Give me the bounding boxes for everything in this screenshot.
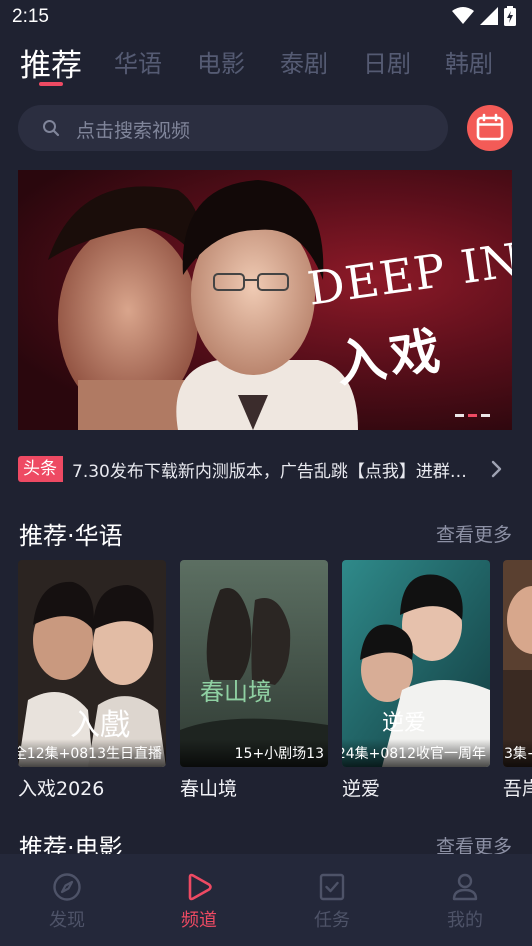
episode-caption: 24集+0812收官一周年 [342, 746, 486, 762]
nav-channel[interactable]: 频道 [164, 872, 234, 932]
svg-text:春山境: 春山境 [200, 678, 272, 706]
poster-artwork: 逆爱 [342, 560, 490, 767]
status-time: 2:15 [12, 6, 49, 27]
nav-channel-label: 频道 [181, 910, 217, 931]
headline-text: 7.30发布下载新内测版本，广告乱跳【点我】进群… [72, 462, 467, 482]
chevron-right-icon [491, 460, 502, 478]
poster-artwork: 入戲 [18, 560, 166, 767]
play-icon [188, 873, 212, 901]
headline-notice[interactable]: 头条 7.30发布下载新内测版本，广告乱跳【点我】进群… [18, 452, 514, 486]
status-icons [452, 6, 516, 26]
drama-title: 吾岸 [503, 778, 532, 800]
section-title-chinese: 推荐·华语 [19, 522, 123, 550]
task-icon [319, 873, 345, 901]
pagination-dot[interactable] [455, 414, 464, 417]
top-tabs: 推荐 华语 电影 泰剧 日剧 韩剧 [0, 40, 532, 90]
drama-poster: 3集+0 [503, 560, 532, 767]
nav-tasks[interactable]: 任务 [297, 872, 367, 932]
drama-card[interactable]: 逆爱 24集+0812收官一周年 逆爱 [342, 560, 490, 801]
search-icon [43, 120, 60, 137]
nav-profile[interactable]: 我的 [430, 872, 500, 932]
pagination-dot-active[interactable] [468, 414, 477, 417]
nav-discover-label: 发现 [49, 910, 85, 931]
battery-icon [504, 6, 516, 26]
svg-text:逆爱: 逆爱 [382, 711, 426, 736]
compass-icon [53, 873, 81, 901]
calendar-icon [476, 113, 504, 141]
episode-caption: 全12集+0813生日直播 [18, 746, 162, 762]
episode-caption: 15+小剧场13 [234, 746, 324, 762]
cellular-signal-icon [480, 7, 498, 25]
wifi-icon [452, 7, 474, 24]
pagination-dot[interactable] [481, 414, 490, 417]
poster-artwork [503, 560, 532, 767]
banner-title-cn: 入戏 [332, 321, 448, 394]
svg-text:入戲: 入戲 [70, 708, 130, 743]
tab-japanese-drama[interactable]: 日剧 [363, 44, 411, 79]
drama-poster: 春山境 15+小剧场13 [180, 560, 328, 767]
nav-tasks-label: 任务 [314, 910, 350, 931]
search-bar[interactable]: 点击搜索视频 [18, 105, 448, 151]
poster-caption: 3集+0 [503, 739, 532, 767]
banner-artwork [48, 180, 358, 430]
tab-korean-drama[interactable]: 韩剧 [445, 44, 493, 79]
episode-caption: 3集+0 [504, 746, 532, 762]
drama-title: 春山境 [180, 778, 238, 800]
status-bar: 2:15 [0, 0, 532, 34]
tab-thai-drama[interactable]: 泰剧 [280, 44, 328, 79]
poster-caption: 15+小剧场13 [180, 739, 328, 767]
drama-title: 逆爱 [342, 778, 381, 800]
drama-card[interactable]: 入戲 全12集+0813生日直播 入戏2026 [18, 560, 166, 801]
chinese-drama-row: 入戲 全12集+0813生日直播 入戏2026 春山境 15+小剧场13 春山境 [0, 560, 532, 810]
tab-movies[interactable]: 电影 [197, 44, 245, 79]
drama-title: 入戏2026 [18, 778, 105, 800]
poster-caption: 24集+0812收官一周年 [342, 739, 490, 767]
search-placeholder: 点击搜索视频 [76, 120, 191, 142]
see-more-chinese-button[interactable]: 查看更多 [436, 520, 512, 547]
drama-card[interactable]: 春山境 15+小剧场13 春山境 [180, 560, 328, 801]
bottom-nav: 发现 频道 任务 我的 [0, 854, 532, 946]
user-icon [452, 873, 478, 901]
drama-poster: 逆爱 24集+0812收官一周年 [342, 560, 490, 767]
drama-poster: 入戲 全12集+0813生日直播 [18, 560, 166, 767]
nav-profile-label: 我的 [447, 910, 483, 931]
nav-discover[interactable]: 发现 [32, 872, 102, 932]
poster-artwork: 春山境 [180, 560, 328, 767]
active-tab-indicator [39, 82, 63, 86]
tab-chinese[interactable]: 华语 [114, 44, 162, 79]
featured-banner[interactable]: DEEP IN 入戏 [18, 170, 512, 430]
banner-pagination [455, 414, 490, 417]
calendar-button[interactable] [467, 105, 513, 151]
drama-card[interactable]: 3集+0 吾岸 [503, 560, 532, 801]
tab-recommend[interactable]: 推荐 [20, 40, 82, 85]
poster-caption: 全12集+0813生日直播 [18, 739, 166, 767]
headline-badge: 头条 [18, 456, 63, 482]
